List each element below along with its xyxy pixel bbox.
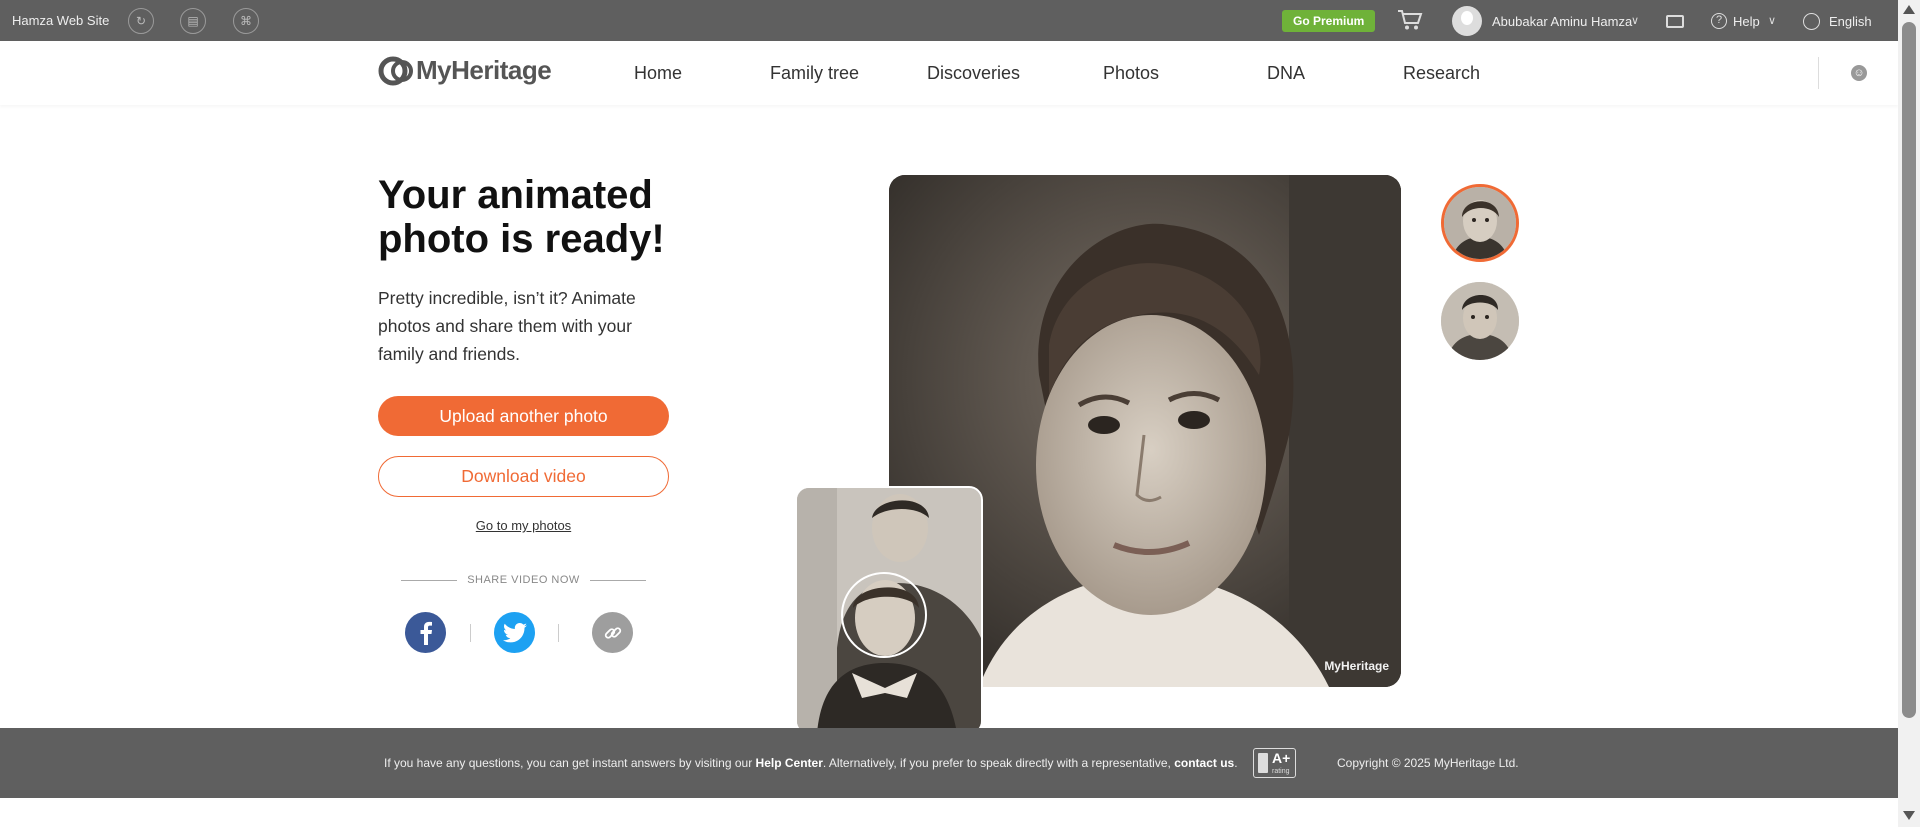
nav-item-dna[interactable]: DNA — [1267, 63, 1305, 84]
copyright-text: Copyright © 2025 MyHeritage Ltd. — [1337, 756, 1519, 770]
scroll-up-arrow-icon[interactable] — [1903, 5, 1915, 14]
detected-face-ring — [841, 572, 927, 658]
site-name-link[interactable]: Hamza Web Site — [12, 13, 109, 28]
nav-item-discoveries[interactable]: Discoveries — [927, 63, 1020, 84]
upload-another-photo-button[interactable]: Upload another photo — [378, 396, 669, 436]
main-nav-bar: MyHeritage Home Family tree Discoveries … — [0, 41, 1898, 105]
bbb-rating-badge[interactable]: A+ rating — [1253, 748, 1296, 778]
scroll-down-arrow-icon[interactable] — [1903, 811, 1915, 820]
link-icon — [604, 626, 621, 639]
original-photo-thumbnail — [795, 486, 983, 735]
face-thumbnail-selected[interactable] — [1441, 184, 1519, 262]
myheritage-watermark: MyHeritage — [1324, 659, 1389, 673]
footer-text-a: If you have any questions, you can get i… — [384, 756, 756, 770]
help-icon[interactable]: ? — [1711, 13, 1727, 29]
page-scrollbar[interactable] — [1898, 0, 1920, 827]
divider-line — [401, 579, 458, 581]
bbb-rating-label: rating — [1272, 768, 1290, 775]
scrollbar-thumb[interactable] — [1902, 22, 1916, 718]
social-divider — [558, 624, 559, 642]
globe-icon[interactable] — [1803, 13, 1820, 30]
go-premium-button[interactable]: Go Premium — [1282, 10, 1376, 32]
logo-mark-icon — [378, 56, 413, 85]
face-image — [1441, 282, 1519, 360]
copy-link-button[interactable] — [592, 612, 633, 653]
footer-help-text: If you have any questions, you can get i… — [384, 756, 1238, 770]
help-menu[interactable]: Help — [1733, 14, 1760, 29]
myheritage-logo[interactable]: MyHeritage — [378, 55, 552, 86]
cart-icon[interactable] — [1397, 9, 1423, 31]
nav-divider — [1818, 57, 1819, 89]
user-name-menu[interactable]: Abubakar Aminu Hamza — [1492, 14, 1632, 29]
nav-item-family-tree[interactable]: Family tree — [770, 63, 859, 84]
twitter-share-button[interactable] — [494, 612, 535, 653]
top-utility-bar: Hamza Web Site ↻ ▤ ⌘ Go Premium Abubakar… — [0, 0, 1898, 41]
page: Hamza Web Site ↻ ▤ ⌘ Go Premium Abubakar… — [0, 0, 1920, 827]
logo-text: MyHeritage — [416, 55, 552, 85]
bbb-rating: A+ — [1272, 750, 1291, 766]
twitter-icon — [502, 622, 527, 642]
footer-text-c: . — [1234, 756, 1238, 770]
document-icon[interactable]: ▤ — [180, 8, 206, 34]
facebook-icon — [420, 621, 432, 645]
language-selector[interactable]: English — [1829, 14, 1872, 29]
mail-icon[interactable] — [1666, 15, 1684, 28]
face-image — [1444, 187, 1516, 259]
chevron-down-icon[interactable]: ∨ — [1768, 14, 1776, 27]
chevron-down-icon[interactable]: ∨ — [1631, 14, 1639, 27]
dna-icon[interactable]: ⌘ — [233, 8, 259, 34]
facebook-share-button[interactable] — [405, 612, 446, 653]
user-avatar[interactable] — [1452, 6, 1482, 36]
help-center-link[interactable]: Help Center — [756, 756, 823, 770]
go-to-my-photos-link[interactable]: Go to my photos — [378, 518, 669, 533]
divider-line — [589, 579, 646, 581]
nav-item-home[interactable]: Home — [634, 63, 682, 84]
sync-icon[interactable]: ↻ — [128, 8, 154, 34]
page-title: Your animated photo is ready! — [378, 173, 665, 261]
face-thumbnail[interactable] — [1441, 282, 1519, 360]
download-video-button[interactable]: Download video — [378, 456, 669, 497]
site-footer: If you have any questions, you can get i… — [0, 728, 1898, 798]
contact-us-link[interactable]: contact us — [1174, 756, 1234, 770]
nav-item-research[interactable]: Research — [1403, 63, 1480, 84]
footer-text-b: . Alternatively, if you prefer to speak … — [822, 756, 1175, 770]
social-divider — [470, 624, 471, 642]
bbb-logo-icon — [1258, 753, 1268, 773]
share-label: SHARE VIDEO NOW — [467, 574, 580, 586]
page-subtitle: Pretty incredible, isn’t it? Animate pho… — [378, 288, 636, 364]
accessibility-icon[interactable]: ☺ — [1851, 65, 1867, 81]
nav-item-photos[interactable]: Photos — [1103, 63, 1159, 84]
share-video-heading: SHARE VIDEO NOW — [401, 574, 646, 586]
